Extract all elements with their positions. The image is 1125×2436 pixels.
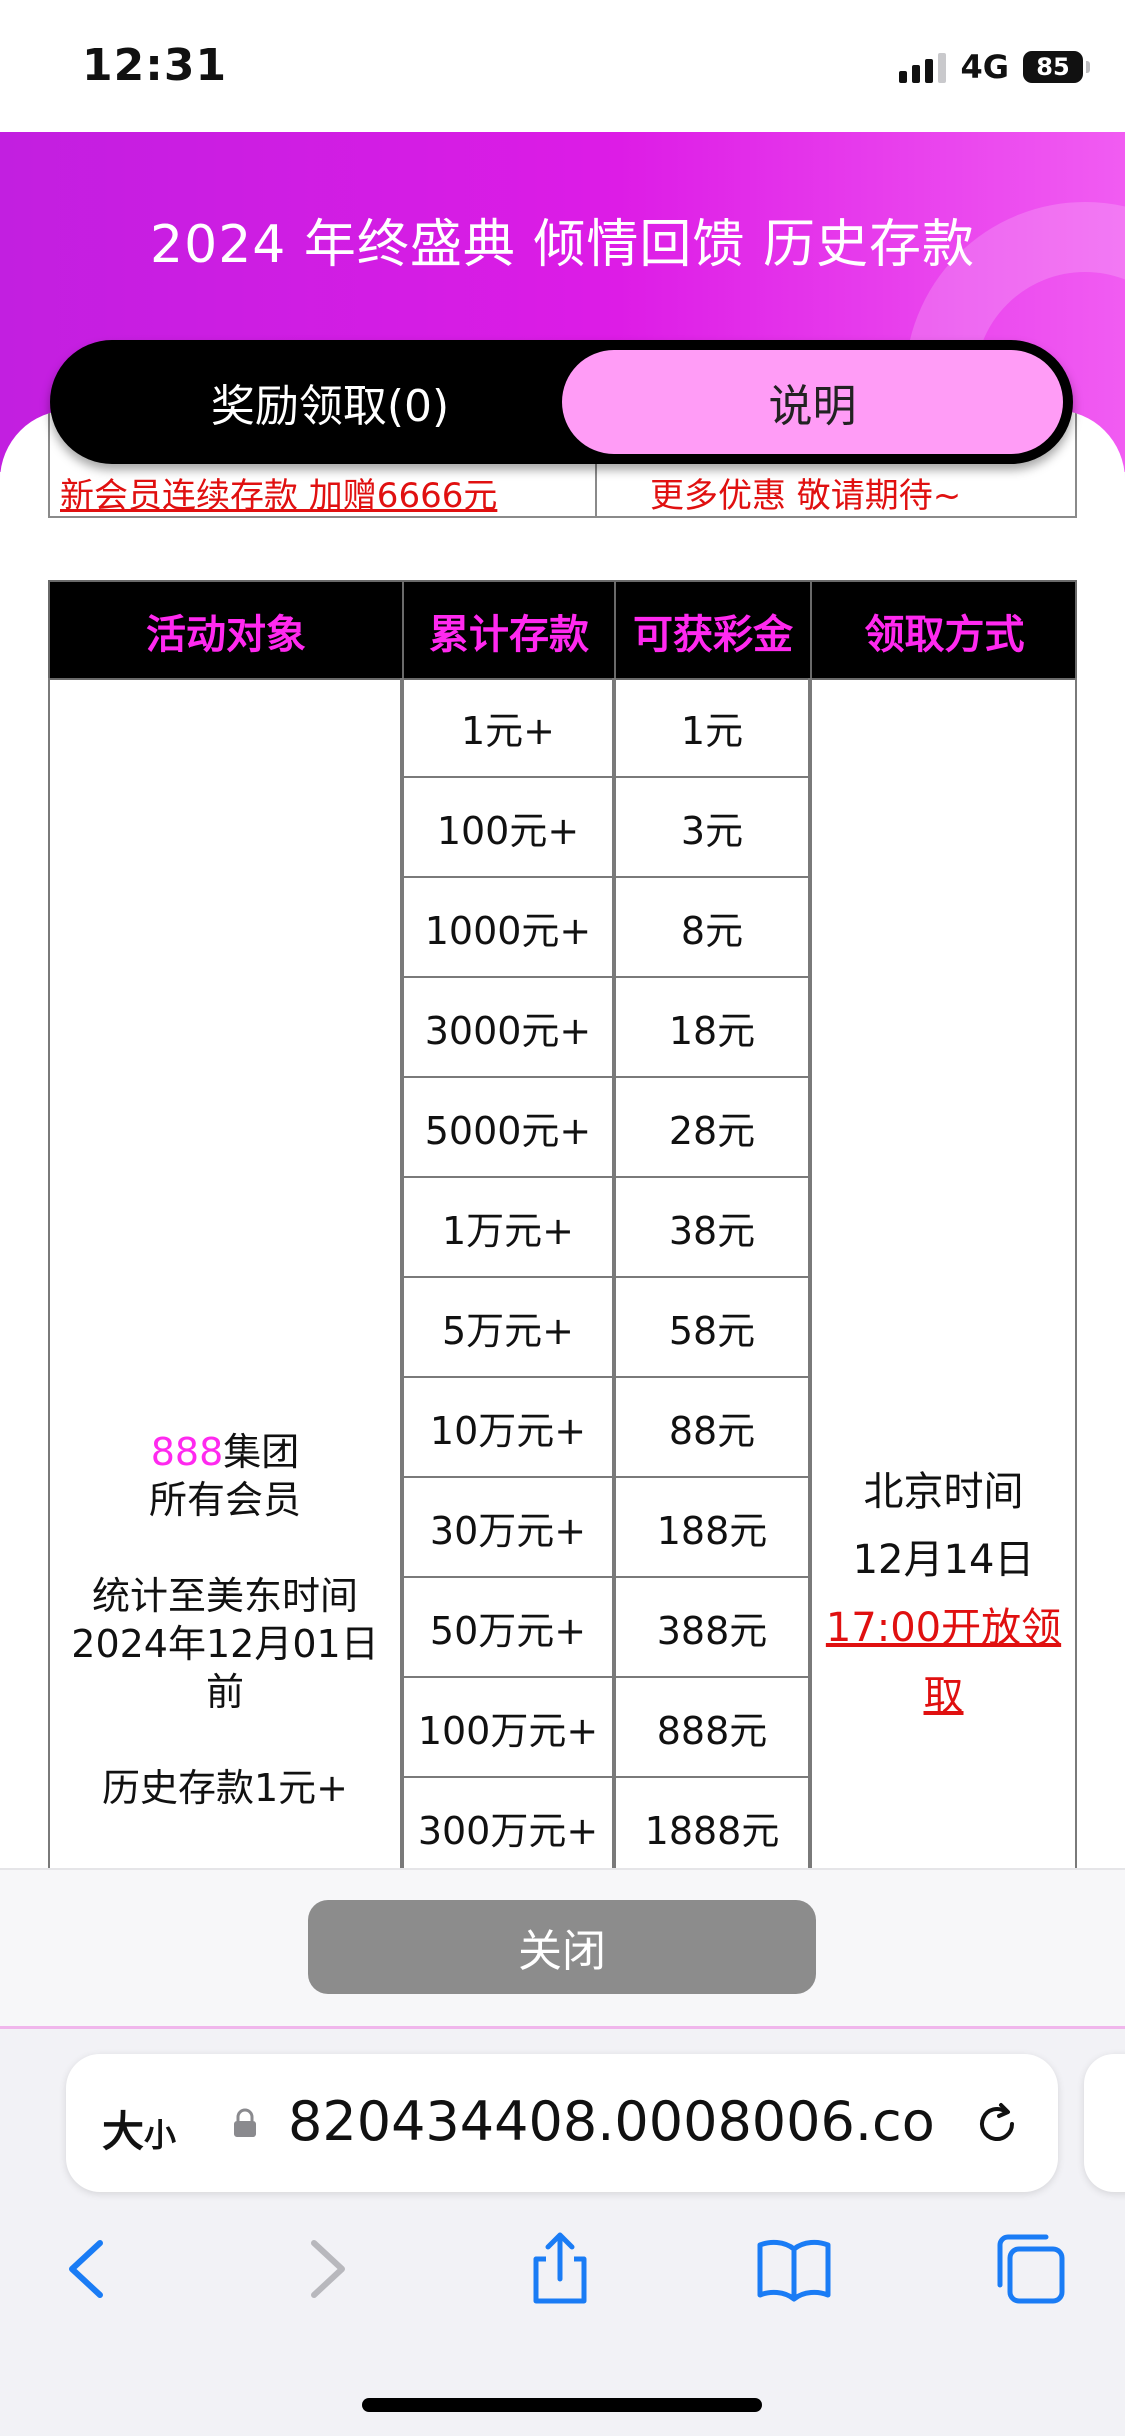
- status-indicators: 4G 85: [899, 48, 1090, 86]
- lock-icon: [234, 2108, 256, 2137]
- bonus-cell: 888元: [614, 1678, 810, 1778]
- method-line1: 北京时间: [863, 1469, 1024, 1515]
- bonus-cell: 38元: [614, 1178, 810, 1278]
- header-deposit: 累计存款: [404, 582, 616, 680]
- signal-icon: [899, 51, 947, 83]
- bonus-cell: 88元: [614, 1378, 810, 1478]
- text-size-button[interactable]: 大小: [102, 2098, 176, 2159]
- next-tab-peek[interactable]: [1084, 2054, 1125, 2192]
- method-line2: 12月14日: [852, 1537, 1035, 1583]
- audience-cell: 888集团 所有会员 统计至美东时间 2024年12月01日 前 历史存款1元+: [48, 678, 402, 1870]
- bonus-cell: 3元: [614, 778, 810, 878]
- text-size-small: 小: [144, 2116, 177, 2154]
- battery-level: 85: [1036, 53, 1070, 81]
- battery-icon: 85: [1023, 51, 1090, 83]
- table-header-row: 活动对象 累计存款 可获彩金 领取方式: [48, 580, 1077, 680]
- previous-row-right-text: 更多优惠 敬请期待~: [650, 476, 962, 516]
- bonus-cell: 28元: [614, 1078, 810, 1178]
- deposit-cell: 30万元+: [402, 1478, 614, 1578]
- url-text[interactable]: 820434408.0008006.co: [288, 2090, 978, 2153]
- deposit-cell: 100元+: [402, 778, 614, 878]
- group-highlight: 888: [150, 1430, 224, 1474]
- address-bar[interactable]: 大小 820434408.0008006.co: [66, 2054, 1058, 2192]
- content-panel[interactable]: 新会员连续存款 加赠6666元 更多优惠 敬请期待~ 活动对象 累计存款 可获彩…: [0, 410, 1125, 1870]
- header-audience: 活动对象: [50, 582, 404, 680]
- audience-line5: 前: [205, 1670, 244, 1714]
- close-button[interactable]: 关闭: [308, 1900, 816, 1994]
- bonus-cell: 58元: [614, 1278, 810, 1378]
- deposit-cell: 300万元+: [402, 1778, 614, 1870]
- screen: 12:31 4G 85 2024 年终盛典 倾情回馈 历史存款 新会员连续存款 …: [0, 0, 1125, 2436]
- deposit-cell: 5万元+: [402, 1278, 614, 1378]
- bonus-cell: 1888元: [614, 1778, 810, 1870]
- scroll-content[interactable]: 新会员连续存款 加赠6666元 更多优惠 敬请期待~ 活动对象 累计存款 可获彩…: [0, 410, 1125, 1870]
- browser-toolbar: 大小 820434408.0008006.co: [0, 2029, 1125, 2436]
- bonus-cell: 18元: [614, 978, 810, 1078]
- header-method: 领取方式: [864, 612, 1025, 658]
- audience-line4: 2024年12月01日: [71, 1622, 379, 1666]
- header-bonus: 可获彩金: [616, 582, 812, 680]
- tab-rewards[interactable]: 奖励领取(0): [60, 350, 600, 454]
- close-bar: 关闭: [0, 1868, 1125, 2028]
- tabs-icon[interactable]: [990, 2229, 1070, 2309]
- deposit-cell: 50万元+: [402, 1578, 614, 1678]
- text-size-big: 大: [102, 2107, 145, 2156]
- share-icon[interactable]: [520, 2229, 600, 2309]
- bookmarks-icon[interactable]: [754, 2229, 834, 2309]
- deposit-cell: 1元+: [402, 678, 614, 778]
- audience-line2: 所有会员: [148, 1478, 301, 1522]
- page-title: 2024 年终盛典 倾情回馈 历史存款: [150, 215, 975, 275]
- bonus-cell: 1元: [614, 678, 810, 778]
- tab-bar: 奖励领取(0) 说明: [50, 340, 1073, 464]
- status-bar: 12:31 4G 85: [0, 0, 1125, 132]
- open-time-link[interactable]: 17:00开放领取: [812, 1594, 1075, 1730]
- forward-icon[interactable]: [286, 2229, 366, 2309]
- back-icon[interactable]: [48, 2229, 128, 2309]
- deposit-cell: 1万元+: [402, 1178, 614, 1278]
- tab-notes[interactable]: 说明: [562, 350, 1063, 454]
- home-indicator[interactable]: [362, 2398, 762, 2412]
- bonus-cell: 188元: [614, 1478, 810, 1578]
- network-type: 4G: [960, 48, 1009, 86]
- deposit-cell: 3000元+: [402, 978, 614, 1078]
- deposit-cell: 5000元+: [402, 1078, 614, 1178]
- deposit-cell: 100万元+: [402, 1678, 614, 1778]
- previous-row-left-link[interactable]: 新会员连续存款 加赠6666元: [60, 468, 497, 517]
- audience-line6: 历史存款1元+: [101, 1766, 349, 1810]
- group-name: 集团: [223, 1430, 300, 1474]
- method-cell: 北京时间 12月14日 17:00开放领取: [810, 678, 1077, 1870]
- status-time: 12:31: [82, 40, 228, 91]
- reload-icon[interactable]: [968, 2094, 1026, 2152]
- bonus-cell: 8元: [614, 878, 810, 978]
- audience-line3: 统计至美东时间: [91, 1574, 358, 1618]
- deposit-cell: 10万元+: [402, 1378, 614, 1478]
- bonus-cell: 388元: [614, 1578, 810, 1678]
- deposit-cell: 1000元+: [402, 878, 614, 978]
